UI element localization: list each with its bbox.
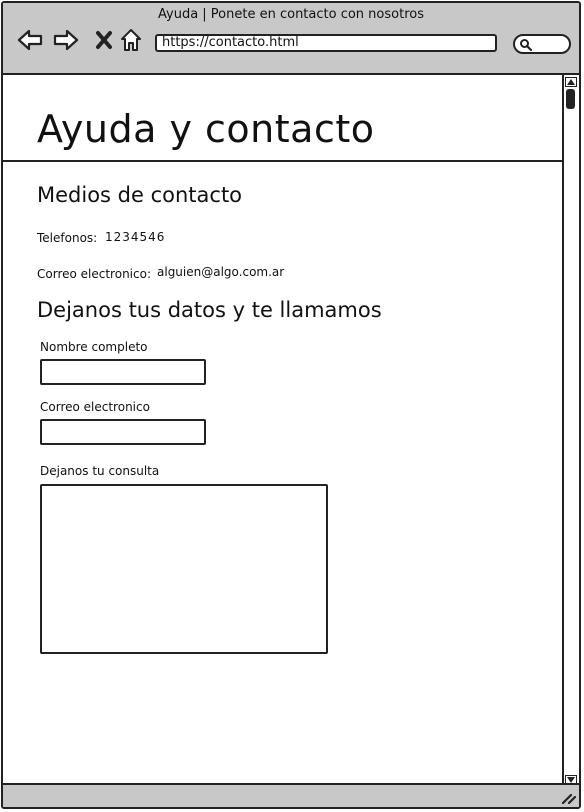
email-label: Correo electronico: — [37, 267, 151, 281]
search-box[interactable] — [513, 34, 571, 54]
home-icon — [121, 29, 141, 51]
name-input[interactable] — [40, 359, 206, 385]
triangle-up-icon — [567, 79, 575, 85]
message-label: Dejanos tu consulta — [40, 464, 160, 478]
title-divider — [3, 160, 563, 162]
form-section-title: Dejanos tus datos y te llamamos — [37, 298, 382, 322]
forward-button[interactable] — [53, 27, 79, 53]
status-bar — [3, 783, 579, 807]
message-textarea[interactable] — [40, 484, 328, 654]
phone-value: 1234546 — [105, 230, 166, 244]
email-value: alguien@algo.com.ar — [157, 265, 285, 279]
window-title: Ayuda | Ponete en contacto con nosotros — [158, 7, 424, 22]
resize-grip-icon[interactable] — [560, 790, 576, 804]
scroll-thumb[interactable] — [566, 89, 575, 109]
contact-section-title: Medios de contacto — [37, 183, 243, 207]
name-label: Nombre completo — [40, 340, 148, 354]
back-arrow-icon — [17, 29, 43, 51]
email-input[interactable] — [40, 419, 206, 445]
email-field-label: Correo electronico — [40, 400, 150, 414]
scroll-up-button[interactable] — [565, 77, 577, 87]
page-content: Ayuda y contacto Medios de contacto Tele… — [3, 75, 563, 787]
forward-arrow-icon — [53, 29, 79, 51]
stop-button[interactable] — [91, 27, 117, 53]
close-x-icon — [96, 31, 112, 49]
browser-window: Ayuda | Ponete en contacto con nosotros … — [1, 1, 581, 809]
page-title: Ayuda y contacto — [37, 107, 375, 151]
browser-toolbar: Ayuda | Ponete en contacto con nosotros … — [3, 3, 579, 75]
back-button[interactable] — [17, 27, 43, 53]
home-button[interactable] — [118, 27, 144, 53]
search-icon — [520, 39, 533, 52]
address-bar[interactable]: https://contacto.html — [155, 34, 497, 52]
phone-label: Telefonos: — [37, 231, 98, 245]
vertical-scrollbar[interactable] — [562, 75, 579, 787]
